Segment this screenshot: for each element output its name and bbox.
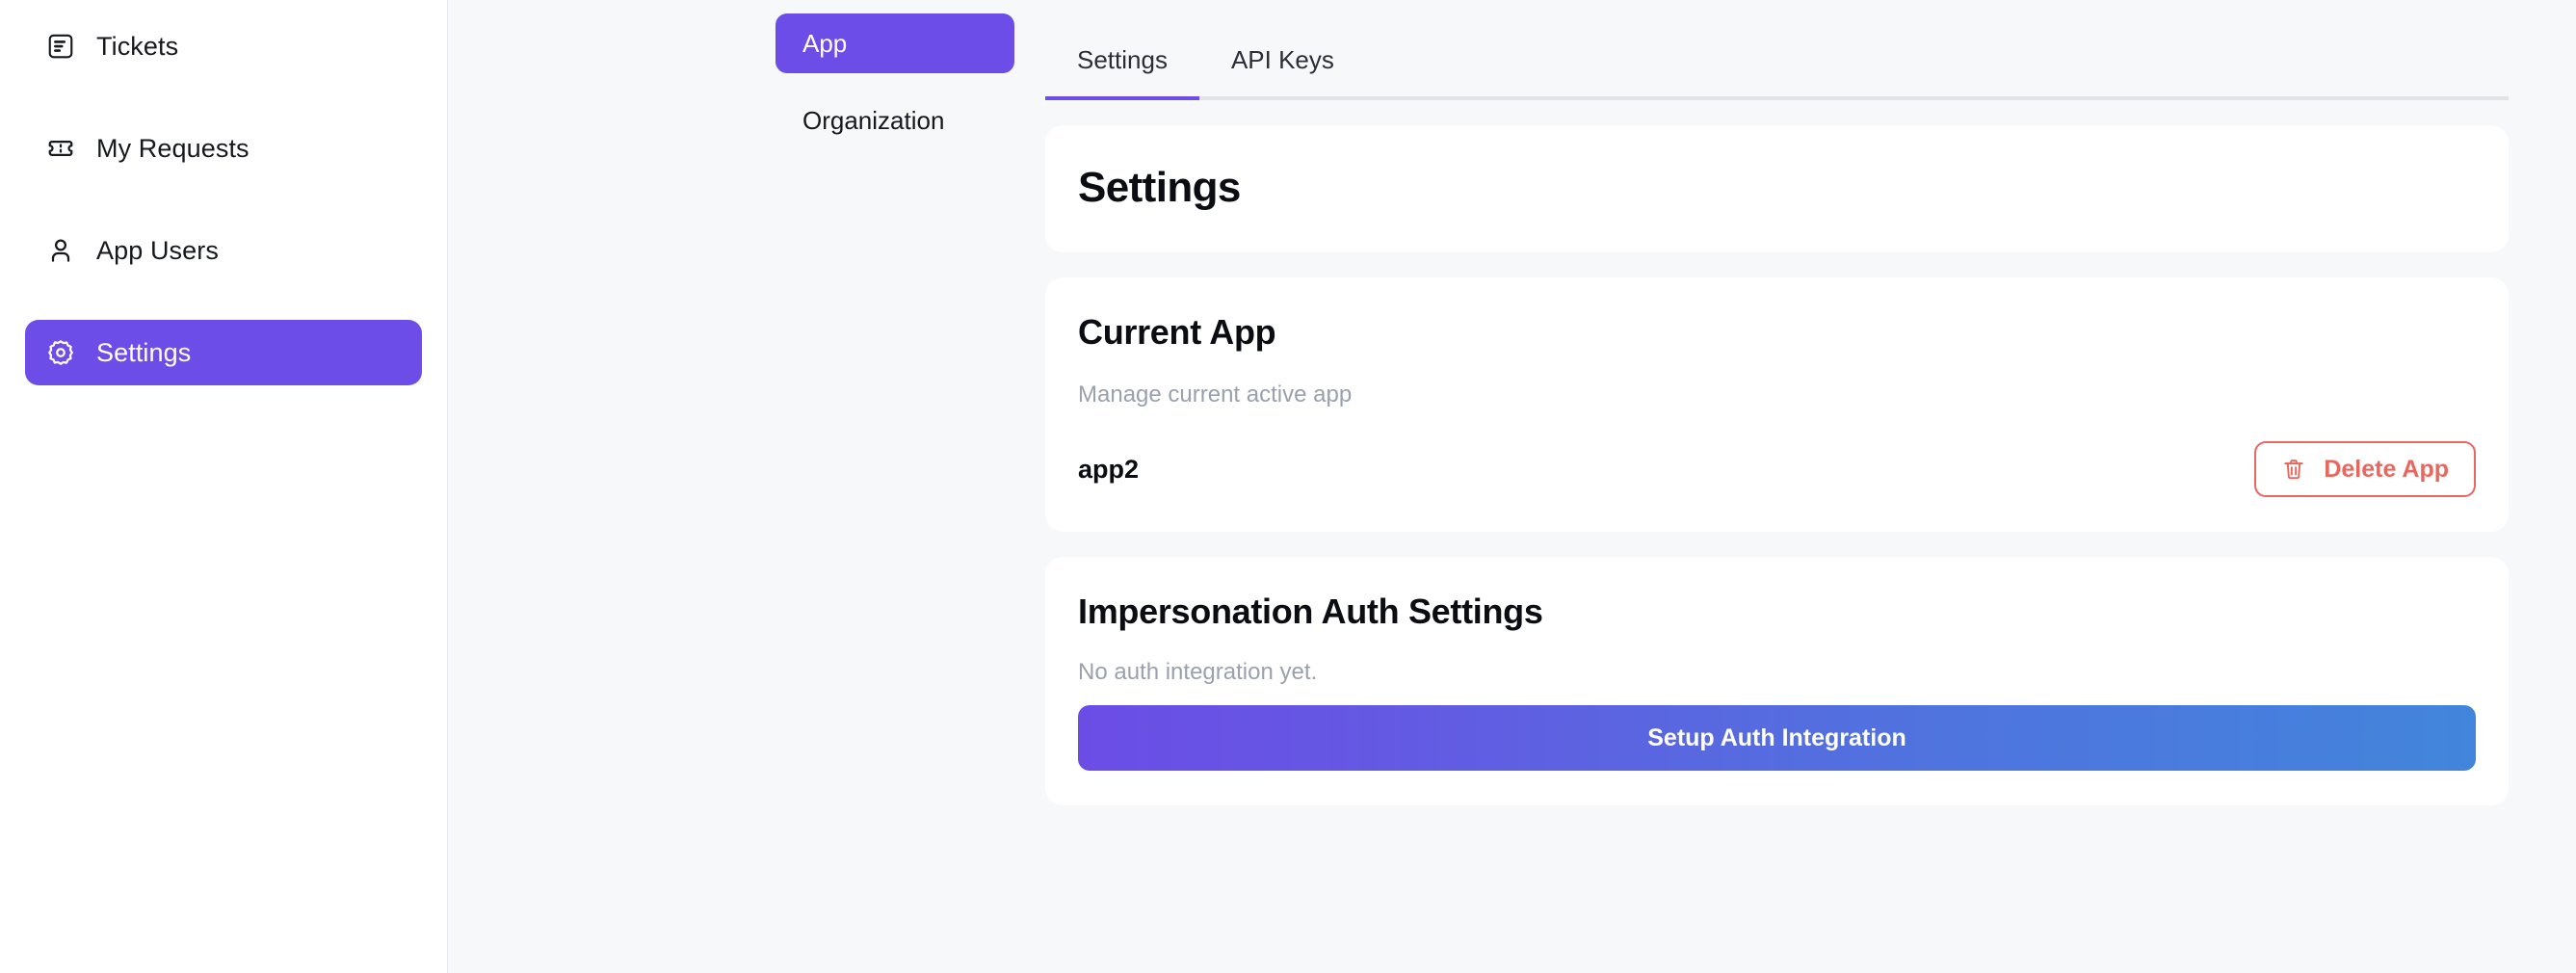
impersonation-empty-text: No auth integration yet. (1078, 659, 1318, 685)
sidebar-item-label: My Requests (96, 133, 250, 163)
main-panel: Settings API Keys Settings Current App M… (1045, 13, 2576, 973)
primary-sidebar: Tickets My Requests App Users Settings (0, 0, 448, 973)
tab-label: API Keys (1230, 45, 1334, 74)
scope-nav: App Organization (775, 13, 1045, 973)
trash-icon (2281, 457, 2306, 482)
delete-app-label: Delete App (2324, 455, 2449, 483)
delete-app-button[interactable]: Delete App (2254, 441, 2476, 497)
sidebar-item-label: Tickets (96, 31, 179, 61)
setup-auth-integration-button[interactable]: Setup Auth Integration (1078, 705, 2476, 771)
current-app-name: app2 (1078, 454, 1140, 484)
impersonation-auth-card: Impersonation Auth Settings No auth inte… (1045, 557, 2509, 805)
sidebar-item-app-users[interactable]: App Users (25, 218, 422, 283)
current-app-subtitle: Manage current active app (1078, 381, 1353, 408)
tab-label: Settings (1077, 45, 1168, 74)
app-shell: Tickets My Requests App Users Settings A… (0, 0, 2576, 973)
setup-auth-integration-label: Setup Auth Integration (1647, 723, 1906, 751)
workspace: App Organization Settings API Keys Setti… (448, 0, 2576, 973)
page-title: Settings (1078, 164, 1241, 211)
current-app-row: app2 Delete App (1078, 441, 2476, 497)
scope-item-label: Organization (802, 105, 945, 135)
page-title-card: Settings (1045, 125, 2509, 252)
sidebar-item-label: App Users (96, 235, 219, 265)
impersonation-title: Impersonation Auth Settings (1078, 592, 1543, 631)
scope-item-label: App (802, 28, 848, 58)
sidebar-item-label: Settings (96, 337, 192, 367)
gear-icon (46, 338, 75, 367)
current-app-title: Current App (1078, 312, 1276, 352)
tab-settings[interactable]: Settings (1045, 45, 1199, 100)
tab-bar: Settings API Keys (1045, 13, 2509, 100)
ticket-icon (46, 134, 75, 163)
scope-item-organization[interactable]: Organization (775, 91, 1014, 150)
sidebar-item-my-requests[interactable]: My Requests (25, 116, 422, 181)
sidebar-item-tickets[interactable]: Tickets (25, 13, 422, 79)
user-icon (46, 236, 75, 265)
scope-item-app[interactable]: App (775, 13, 1014, 73)
ticket-document-icon (46, 32, 75, 61)
tab-api-keys[interactable]: API Keys (1199, 45, 1366, 96)
current-app-card: Current App Manage current active app ap… (1045, 277, 2509, 532)
sidebar-item-settings[interactable]: Settings (25, 320, 422, 385)
